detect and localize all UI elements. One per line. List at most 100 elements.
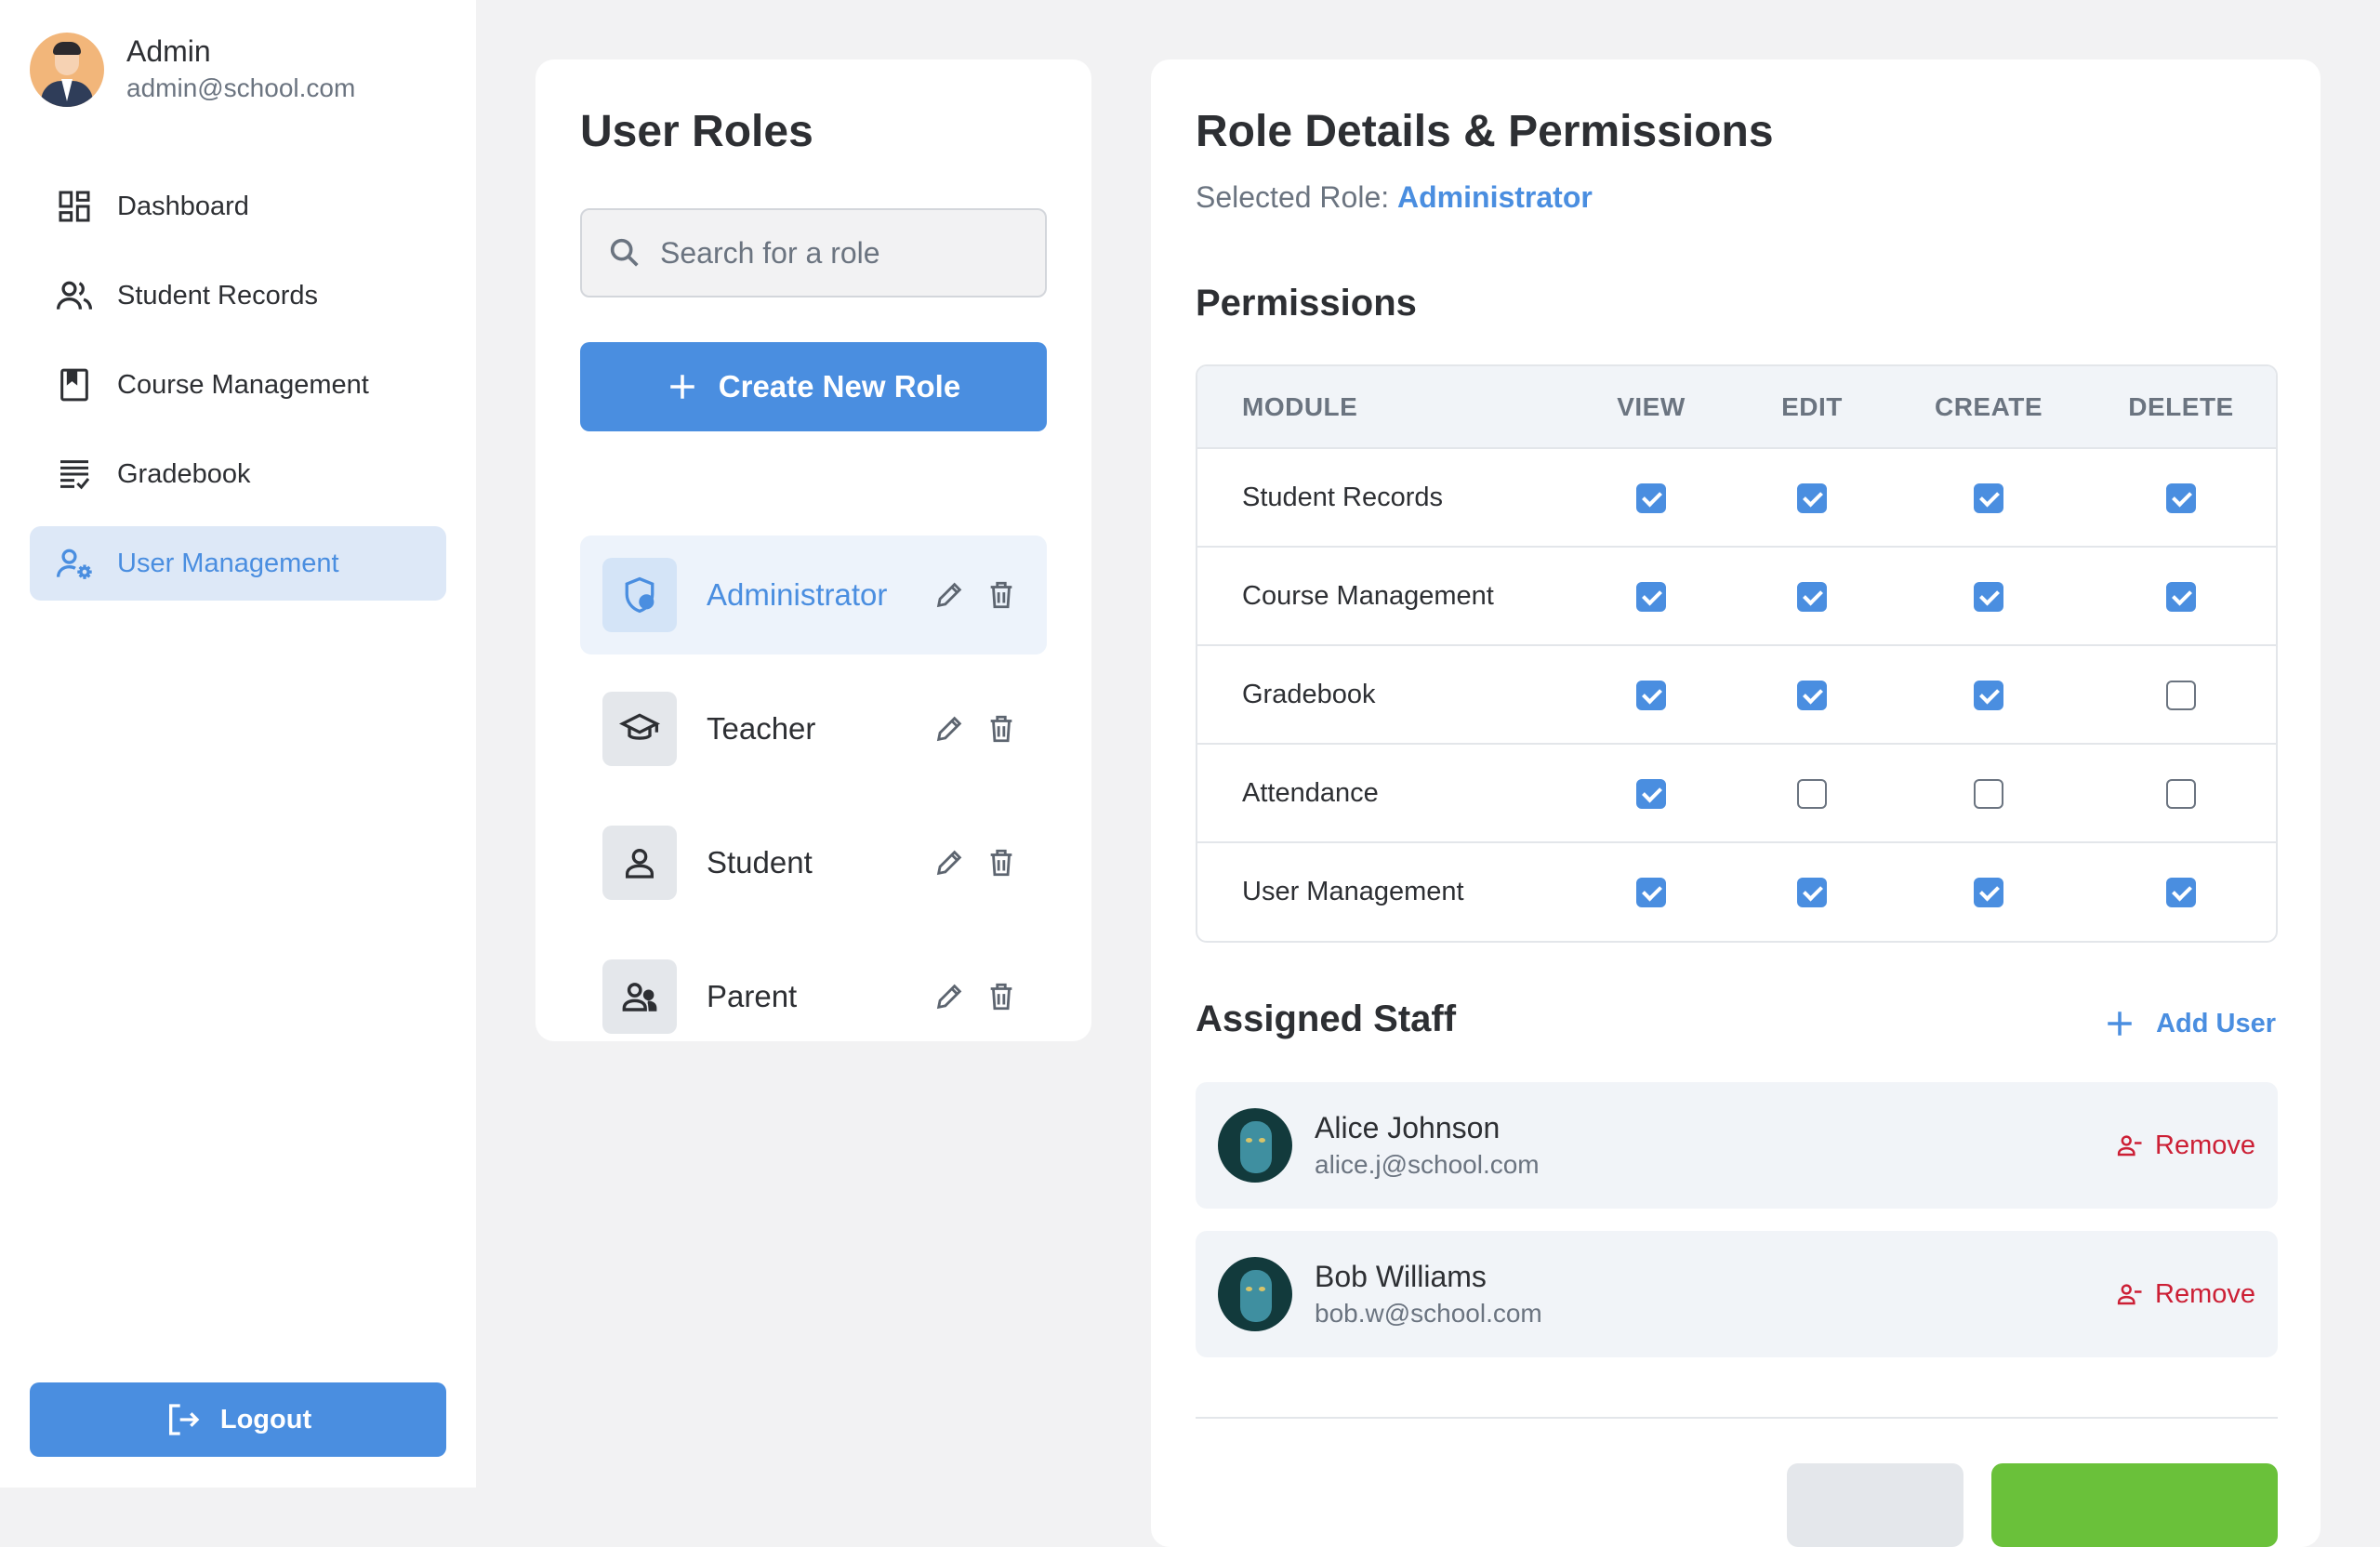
sidebar: Admin admin@school.com Dashboard Student… [0, 0, 476, 1488]
add-user-label: Add User [2156, 1008, 2276, 1038]
permission-cell [1733, 841, 1891, 941]
logout-label: Logout [219, 1404, 312, 1435]
edit-icon[interactable] [933, 713, 965, 745]
create-role-button[interactable]: Create New Role [580, 342, 1047, 431]
sidebar-item-student-records[interactable]: Student Records [30, 258, 446, 333]
sidebar-item-label: Course Management [117, 369, 369, 400]
permission-cell [1733, 743, 1891, 842]
book-icon [54, 364, 95, 405]
column-header: VIEW [1569, 366, 1733, 448]
role-label: Student [707, 845, 813, 879]
role-item-teacher[interactable]: Teacher [580, 669, 1047, 788]
permission-checkbox[interactable] [1974, 680, 2003, 710]
logout-icon [165, 1401, 202, 1438]
role-item-parent[interactable]: Parent [580, 937, 1047, 1056]
cancel-button[interactable] [1787, 1463, 1964, 1547]
sidebar-nav: Dashboard Student Records Course Managem… [30, 169, 446, 615]
permission-checkbox[interactable] [2166, 878, 2196, 908]
delete-icon[interactable] [985, 579, 1017, 611]
module-name: User Management [1197, 841, 1569, 941]
sidebar-item-label: Dashboard [117, 191, 249, 221]
permission-cell [1569, 841, 1733, 941]
module-name: Gradebook [1197, 644, 1569, 744]
details-title: Role Details & Permissions [1196, 107, 1774, 156]
permissions-title: Permissions [1196, 283, 1417, 324]
dashboard-icon [54, 186, 95, 227]
sidebar-item-gradebook[interactable]: Gradebook [30, 437, 446, 511]
staff-item: Bob Williams bob.w@school.com Remove [1196, 1231, 2278, 1357]
module-name: Student Records [1197, 447, 1569, 547]
role-label: Teacher [707, 711, 816, 746]
roles-panel: User Roles Create New Role Administrator [536, 60, 1091, 1041]
people-icon [54, 275, 95, 316]
permission-checkbox[interactable] [1797, 483, 1827, 513]
permission-checkbox[interactable] [1797, 680, 1827, 710]
permission-cell [1733, 447, 1891, 547]
profile-name: Admin [126, 34, 211, 68]
plus-icon [667, 371, 698, 403]
remove-label: Remove [2155, 1130, 2255, 1160]
save-button[interactable] [1991, 1463, 2278, 1547]
permission-checkbox[interactable] [2166, 483, 2196, 513]
remove-button[interactable]: Remove [2116, 1130, 2255, 1161]
logout-button[interactable]: Logout [30, 1382, 446, 1457]
permissions-table: MODULE VIEW EDIT CREATE DELETE Student R… [1196, 364, 2278, 943]
person-icon [602, 826, 677, 900]
permission-cell [1569, 743, 1733, 842]
delete-icon[interactable] [985, 981, 1017, 1012]
plus-icon [2104, 1008, 2135, 1039]
sidebar-item-label: User Management [117, 548, 339, 578]
permission-cell [1569, 644, 1733, 744]
role-item-student[interactable]: Student [580, 803, 1047, 922]
column-header: MODULE [1197, 366, 1569, 448]
permission-cell [1891, 841, 2086, 941]
module-name: Course Management [1197, 546, 1569, 645]
permission-checkbox[interactable] [1636, 878, 1666, 908]
sidebar-item-dashboard[interactable]: Dashboard [30, 169, 446, 244]
column-header: CREATE [1891, 366, 2086, 448]
permission-checkbox[interactable] [1636, 778, 1666, 809]
permission-checkbox[interactable] [1797, 581, 1827, 612]
avatar [30, 33, 104, 107]
permission-checkbox[interactable] [2166, 581, 2196, 612]
role-label: Parent [707, 979, 798, 1013]
permission-checkbox[interactable] [1636, 680, 1666, 710]
permission-cell [1569, 447, 1733, 547]
sidebar-item-label: Gradebook [117, 458, 251, 489]
permission-checkbox[interactable] [1797, 878, 1827, 908]
permission-checkbox[interactable] [1974, 778, 2003, 809]
user-remove-icon [2116, 1280, 2144, 1308]
remove-button[interactable]: Remove [2116, 1279, 2255, 1310]
delete-icon[interactable] [985, 713, 1017, 745]
search-input[interactable] [660, 235, 1032, 271]
staff-name: Bob Williams [1315, 1260, 1487, 1293]
sidebar-item-course-management[interactable]: Course Management [30, 348, 446, 422]
avatar [1218, 1108, 1292, 1183]
role-label: Administrator [707, 577, 888, 612]
table-row: Gradebook [1197, 644, 2276, 744]
permission-checkbox[interactable] [1636, 581, 1666, 612]
role-list: Administrator Teacher Student Parent [580, 536, 1047, 1071]
permission-checkbox[interactable] [2166, 680, 2196, 710]
permission-checkbox[interactable] [1974, 581, 2003, 612]
edit-icon[interactable] [933, 981, 965, 1012]
permission-cell [1733, 644, 1891, 744]
search-icon [606, 234, 643, 271]
sidebar-item-user-management[interactable]: User Management [30, 526, 446, 601]
edit-icon[interactable] [933, 579, 965, 611]
permission-checkbox[interactable] [1974, 483, 2003, 513]
selected-role-name: Administrator [1397, 180, 1593, 214]
add-user-button[interactable]: Add User [2104, 1008, 2276, 1039]
edit-icon[interactable] [933, 847, 965, 879]
permission-checkbox[interactable] [2166, 778, 2196, 809]
permission-cell [2086, 447, 2276, 547]
permission-checkbox[interactable] [1974, 878, 2003, 908]
role-item-administrator[interactable]: Administrator [580, 536, 1047, 654]
selected-role: Selected Role: Administrator [1196, 180, 1593, 215]
permission-cell [1891, 546, 2086, 645]
permission-checkbox[interactable] [1797, 778, 1827, 809]
user-profile[interactable]: Admin admin@school.com [30, 33, 355, 107]
staff-email: bob.w@school.com [1315, 1299, 1542, 1328]
permission-checkbox[interactable] [1636, 483, 1666, 513]
delete-icon[interactable] [985, 847, 1017, 879]
